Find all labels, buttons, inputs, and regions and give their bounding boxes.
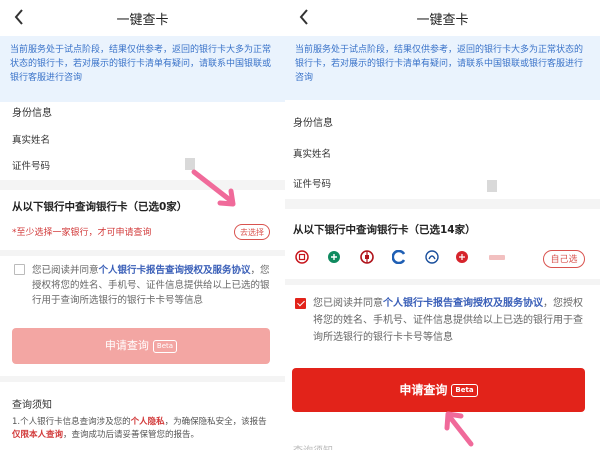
blurred-value — [487, 180, 497, 192]
pointer-arrow-icon — [191, 169, 236, 207]
section-gap — [0, 250, 285, 256]
header: 一键查卡 — [285, 0, 600, 36]
notice-banner: 当前服务处于试点阶段，结果仅供参考，返回的银行卡大多为正常状态的银行卡，若对展示… — [285, 36, 600, 100]
consent-checkbox[interactable] — [14, 264, 25, 275]
abc-logo-icon — [328, 251, 340, 263]
apply-button[interactable]: 申请查询 Beta — [12, 328, 270, 364]
left-screen: 一键查卡 当前服务处于试点阶段，结果仅供参考，返回的银行卡大多为正常状态的银行卡… — [0, 0, 285, 450]
notes-text: 1.个人银行卡信息查询涉及您的个人隐私，为确保隐私安全，该报告仅限本人查询，查询… — [12, 417, 267, 440]
bocom-logo-icon — [425, 250, 439, 264]
section-identity: 身份信息 — [12, 108, 52, 119]
beta-badge: Beta — [451, 384, 478, 397]
bank-selection-title: 从以下银行中查询银行卡（已选0家） — [12, 201, 188, 213]
page-title: 一键查卡 — [116, 13, 169, 28]
section-gap — [285, 199, 600, 209]
notice-banner: 当前服务处于试点阶段，结果仅供参考，返回的银行卡大多为正常状态的银行卡，若对展示… — [0, 36, 285, 102]
boc-logo-icon — [360, 250, 374, 264]
agreement-link[interactable]: 个人银行卡报告查询授权及服务协议 — [383, 298, 543, 309]
agreement-link[interactable]: 个人银行卡报告查询授权及服务协议 — [99, 265, 251, 276]
section-gap — [0, 180, 285, 190]
ccb-logo-icon — [392, 250, 406, 264]
section-gap — [285, 279, 600, 285]
consent-text: 您已阅读并同意个人银行卡报告查询授权及服务协议，您授权将您的姓名、手机号、证件信… — [32, 265, 270, 306]
notes-title: 查询须知 — [12, 400, 52, 411]
page-title: 一键查卡 — [416, 13, 469, 28]
section-identity: 身份信息 — [293, 118, 333, 129]
select-bank-button[interactable]: 自己选 — [543, 250, 585, 268]
id-field[interactable]: 证件号码 — [293, 176, 331, 190]
beta-badge: Beta — [152, 339, 178, 353]
bank-small-logo-icon — [489, 255, 505, 260]
name-field[interactable]: 真实姓名 — [12, 132, 50, 146]
consent-text: 您已阅读并同意个人银行卡报告查询授权及服务协议，您授权将您的姓名、手机号、证件信… — [313, 298, 583, 343]
bank-warning: *至少选择一家银行，才可申请查询 — [12, 228, 152, 238]
id-field[interactable]: 证件号码 — [12, 158, 50, 172]
header: 一键查卡 — [0, 0, 285, 36]
cmb-logo-icon — [456, 251, 468, 263]
apply-button[interactable]: 申请查询 Beta — [292, 368, 585, 412]
icbc-logo-icon — [295, 250, 309, 264]
select-bank-button[interactable]: 去选择 — [234, 224, 270, 240]
right-screen: 一键查卡 当前服务处于试点阶段，结果仅供参考，返回的银行卡大多为正常状态的银行卡… — [285, 0, 600, 450]
section-gap — [0, 376, 285, 382]
bank-selection-title: 从以下银行中查询银行卡（已选14家） — [293, 224, 476, 236]
name-field[interactable]: 真实姓名 — [293, 146, 331, 160]
notes-title: 查询须知 — [293, 442, 333, 450]
pointer-arrow-icon — [444, 411, 474, 447]
consent-checkbox[interactable] — [295, 298, 306, 309]
